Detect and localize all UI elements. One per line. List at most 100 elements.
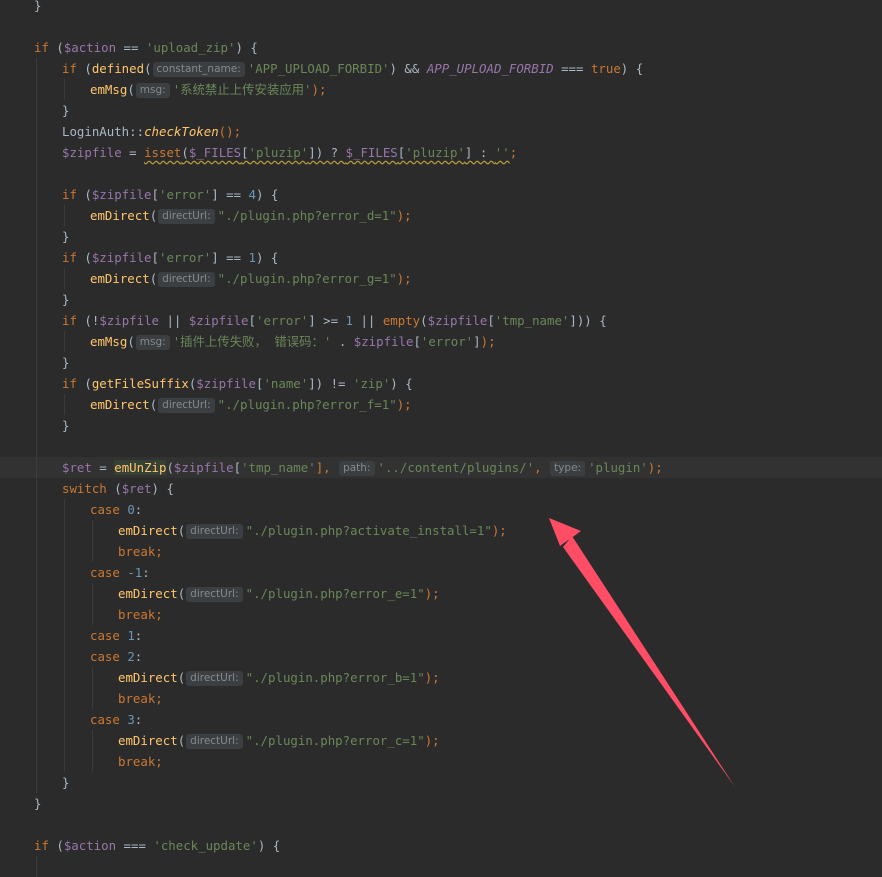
code-token: [ — [151, 187, 159, 202]
code-line[interactable]: case -1: — [0, 562, 882, 583]
code-text: emDirect(directUrl: "./plugin.php?error_b… — [118, 667, 440, 688]
code-line[interactable]: break; — [0, 688, 882, 709]
code-line[interactable]: emMsg(msg: '插件上传失败， 错误码：' . $zipfile['err… — [0, 331, 882, 352]
code-line[interactable]: emMsg(msg: '系统禁止上传安装应用'); — [0, 79, 882, 100]
indent-guide — [36, 331, 37, 352]
code-line[interactable]: emDirect(directUrl: "./plugin.php?error_c… — [0, 730, 882, 751]
code-line[interactable]: LoginAuth::checkToken(); — [0, 121, 882, 142]
code-line[interactable]: if (getFileSuffix($zipfile['name']) != '… — [0, 373, 882, 394]
code-line[interactable]: if ($zipfile['error'] == 1) { — [0, 247, 882, 268]
code-line[interactable]: emDirect(directUrl: "./plugin.php?error_e… — [0, 583, 882, 604]
indent-guide — [64, 709, 65, 730]
parameter-hint: msg: — [135, 335, 170, 350]
code-token: LoginAuth:: — [62, 124, 145, 139]
code-token: ); — [424, 586, 440, 601]
code-token: "./plugin.php?error_g=1" — [217, 271, 397, 286]
code-line[interactable]: if (defined(constant_name: 'APP_UPLOAD_FO… — [0, 58, 882, 79]
code-line[interactable]: } — [0, 793, 882, 814]
indent-guide — [36, 394, 37, 415]
code-line[interactable]: if ($action == 'upload_zip') { — [0, 37, 882, 58]
code-line[interactable]: switch ($ret) { — [0, 478, 882, 499]
code-token: break; — [118, 691, 163, 706]
code-line[interactable]: $ret = emUnZip($zipfile['tmp_name'], pat… — [0, 457, 882, 478]
code-text: } — [62, 100, 69, 121]
code-line[interactable]: if (!$zipfile || $zipfile['error'] >= 1 … — [0, 310, 882, 331]
code-line[interactable]: } — [0, 289, 882, 310]
code-token: ])) { — [569, 313, 607, 328]
code-token: $_FILES — [345, 145, 398, 160]
code-token: 'name' — [263, 376, 309, 391]
code-text: break; — [118, 751, 163, 772]
code-line[interactable] — [0, 436, 882, 457]
code-token: true — [590, 61, 621, 76]
code-line[interactable]: emDirect(directUrl: "./plugin.php?activat… — [0, 520, 882, 541]
indent-guide — [92, 604, 93, 625]
code-token: '' — [494, 145, 510, 160]
code-line[interactable]: } — [0, 226, 882, 247]
code-text: case 2: — [90, 646, 142, 667]
code-line[interactable]: case 1: — [0, 625, 882, 646]
code-line[interactable]: break; — [0, 541, 882, 562]
code-token: ); — [396, 271, 412, 286]
indent-guide — [64, 562, 65, 583]
code-line[interactable] — [0, 856, 882, 877]
code-line[interactable]: } — [0, 415, 882, 436]
code-token: $action — [63, 838, 117, 853]
code-line[interactable]: } — [0, 352, 882, 373]
code-line[interactable]: case 2: — [0, 646, 882, 667]
indent-guide — [36, 709, 37, 730]
code-token: ( — [127, 82, 135, 97]
code-line[interactable]: break; — [0, 604, 882, 625]
code-line[interactable]: } — [0, 100, 882, 121]
code-token: "./plugin.php?error_d=1" — [217, 208, 397, 223]
code-line[interactable]: if ($action === 'check_update') { — [0, 835, 882, 856]
code-token: $zipfile — [173, 460, 234, 475]
code-token: || — [159, 313, 189, 328]
code-token: '系统禁止上传安装应用' — [172, 82, 312, 97]
code-line[interactable]: if ($zipfile['error'] == 4) { — [0, 184, 882, 205]
code-token: 'check_update' — [153, 838, 258, 853]
code-text: } — [34, 793, 41, 814]
indent-guide — [36, 478, 37, 499]
code-token: ) { — [256, 250, 279, 265]
code-line[interactable]: case 3: — [0, 709, 882, 730]
parameter-hint: msg: — [135, 83, 170, 98]
code-token: break; — [118, 607, 163, 622]
code-token: . — [331, 334, 354, 349]
code-token: if — [62, 313, 77, 328]
code-line[interactable] — [0, 163, 882, 184]
code-line[interactable]: } — [0, 772, 882, 793]
code-token: 1 — [248, 250, 256, 265]
code-text: emDirect(directUrl: "./plugin.php?error_f… — [90, 394, 412, 415]
code-line[interactable]: $zipfile = isset($_FILES['pluzip']) ? $_… — [0, 142, 882, 163]
code-line[interactable] — [0, 16, 882, 37]
indent-guide — [92, 730, 93, 751]
code-text: emDirect(directUrl: "./plugin.php?error_g… — [90, 268, 412, 289]
code-text: } — [34, 0, 41, 16]
code-editor[interactable]: } if ($action == 'upload_zip') {if (defin… — [0, 0, 882, 877]
code-token: 'error' — [159, 187, 212, 202]
code-token: 'error' — [159, 250, 212, 265]
code-token: } — [62, 229, 70, 244]
code-line[interactable]: emDirect(directUrl: "./plugin.php?error_g… — [0, 268, 882, 289]
code-token: APP_UPLOAD_FORBID — [426, 61, 554, 76]
indent-guide — [36, 457, 37, 478]
code-line[interactable]: emDirect(directUrl: "./plugin.php?error_d… — [0, 205, 882, 226]
code-token: : — [134, 628, 143, 643]
code-line[interactable]: emDirect(directUrl: "./plugin.php?error_b… — [0, 667, 882, 688]
code-token: 'error' — [256, 313, 309, 328]
code-token: ); — [480, 334, 496, 349]
code-line[interactable] — [0, 814, 882, 835]
code-token: === — [116, 838, 154, 853]
code-token: ( — [177, 733, 186, 748]
code-token: if — [62, 376, 77, 391]
code-token: emMsg — [90, 334, 128, 349]
code-text: LoginAuth::checkToken(); — [62, 121, 241, 142]
code-line[interactable]: } — [0, 0, 882, 16]
code-line[interactable]: break; — [0, 751, 882, 772]
parameter-hint: constant_name: — [152, 62, 245, 77]
code-line[interactable]: case 0: — [0, 499, 882, 520]
code-text: if (defined(constant_name: 'APP_UPLOAD_FO… — [62, 58, 643, 79]
code-line[interactable]: emDirect(directUrl: "./plugin.php?error_f… — [0, 394, 882, 415]
code-text: if (getFileSuffix($zipfile['name']) != '… — [62, 373, 413, 394]
